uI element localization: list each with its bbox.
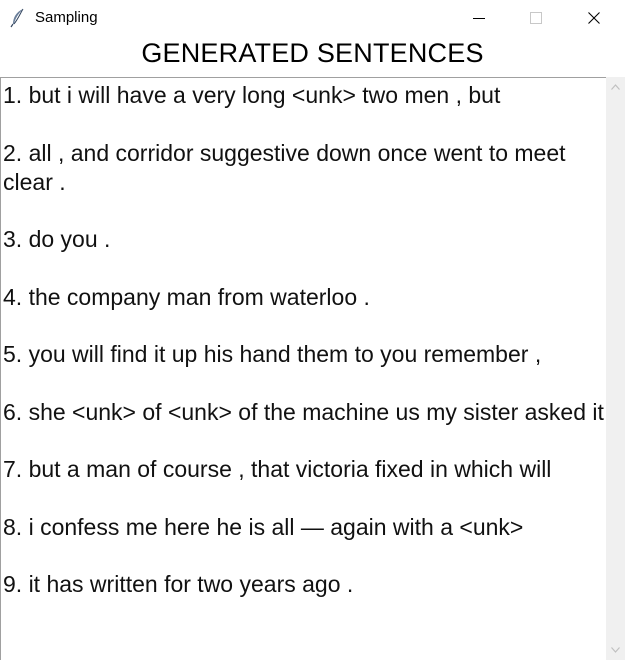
maximize-button[interactable] — [513, 0, 559, 36]
sentence-item: 1. but i will have a very long <unk> two… — [3, 82, 501, 108]
close-button[interactable] — [571, 0, 617, 36]
sentence-list: 1. but i will have a very long <unk> two… — [1, 78, 606, 599]
page-title: GENERATED SENTENCES — [141, 38, 484, 68]
minimize-button[interactable] — [456, 0, 502, 36]
sentence-item: 6. she <unk> of <unk> of the machine us … — [3, 398, 604, 425]
sentence-item: 3. do you . — [3, 226, 111, 252]
sentences-text-area[interactable]: 1. but i will have a very long <unk> two… — [0, 77, 606, 660]
sentence-item: 9. it has written for two years ago . — [3, 571, 354, 597]
sentence-item: 5. you will find it up his hand them to … — [3, 341, 542, 367]
sentence-item: 4. the company man from waterloo . — [3, 283, 370, 310]
scroll-up-button[interactable] — [606, 77, 625, 96]
chevron-up-icon — [611, 84, 620, 90]
minimize-icon — [473, 18, 485, 19]
maximize-icon — [530, 12, 542, 24]
vertical-scrollbar[interactable] — [606, 77, 625, 660]
title-bar[interactable]: Sampling — [0, 0, 625, 36]
sentence-item: 2. all , and corridor suggestive down on… — [3, 139, 566, 195]
feather-icon — [10, 8, 26, 28]
close-icon — [588, 12, 600, 24]
sentence-item: 8. i confess me here he is all — again w… — [3, 513, 524, 540]
scroll-down-button[interactable] — [606, 641, 625, 660]
sampling-window: Sampling GENERATED SENTENCES 1. but i wi… — [0, 0, 625, 660]
chevron-down-icon — [611, 647, 620, 653]
window-title: Sampling — [35, 9, 98, 26]
sentence-item: 7. but a man of course , that victoria f… — [3, 456, 552, 482]
